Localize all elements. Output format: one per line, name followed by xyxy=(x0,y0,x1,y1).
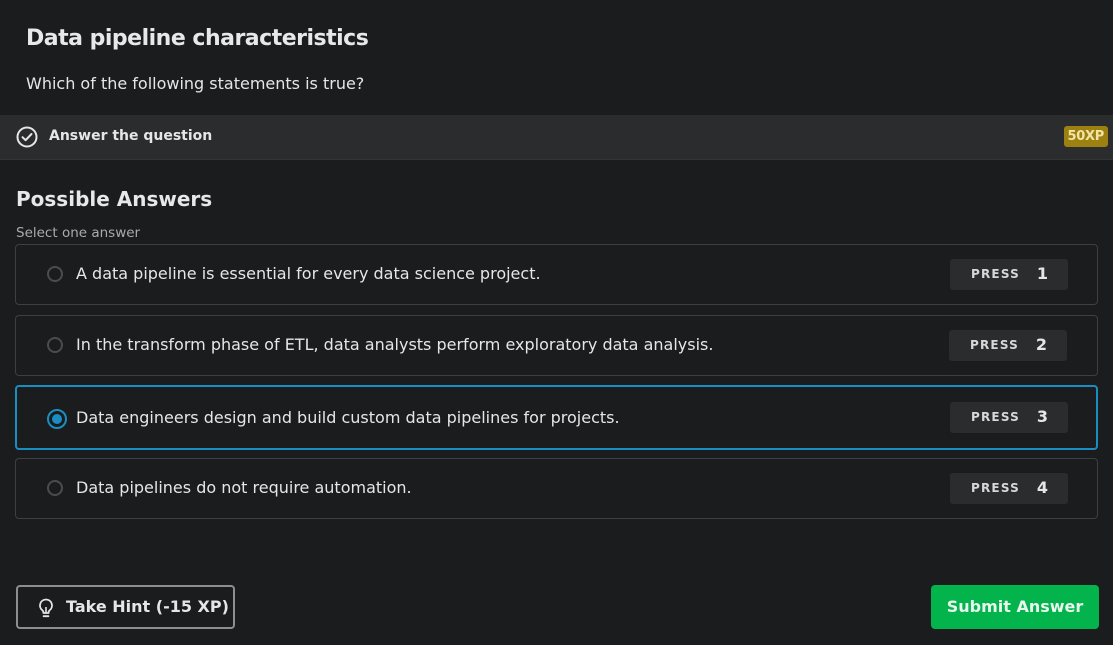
keyboard-shortcut: PRESS 3 xyxy=(950,402,1068,433)
possible-answers-heading: Possible Answers xyxy=(16,187,213,211)
radio-button[interactable] xyxy=(47,480,63,496)
keyboard-shortcut: PRESS 4 xyxy=(950,473,1068,504)
answer-text: A data pipeline is essential for every d… xyxy=(76,264,541,283)
answer-option[interactable]: Data pipelines do not require automation… xyxy=(15,458,1098,519)
radio-button[interactable] xyxy=(47,337,63,353)
answer-option-selected[interactable]: Data engineers design and build custom d… xyxy=(15,385,1098,450)
question-text: Which of the following statements is tru… xyxy=(26,74,365,93)
shortcut-key: 2 xyxy=(1035,335,1047,354)
radio-button-selected[interactable] xyxy=(47,409,67,429)
press-label: PRESS xyxy=(971,410,1020,424)
answer-text: Data engineers design and build custom d… xyxy=(76,408,620,427)
keyboard-shortcut: PRESS 2 xyxy=(949,330,1067,361)
answer-option[interactable]: In the transform phase of ETL, data anal… xyxy=(15,315,1098,376)
xp-badge: 50XP xyxy=(1063,126,1108,147)
press-label: PRESS xyxy=(970,338,1019,352)
answer-text: In the transform phase of ETL, data anal… xyxy=(76,335,714,354)
answer-option[interactable]: A data pipeline is essential for every d… xyxy=(15,244,1098,305)
shortcut-key: 1 xyxy=(1036,264,1048,283)
press-label: PRESS xyxy=(971,481,1020,495)
lightbulb-icon xyxy=(39,598,53,618)
task-label: Answer the question xyxy=(49,128,213,144)
shortcut-key: 3 xyxy=(1036,407,1048,426)
submit-answer-label: Submit Answer xyxy=(946,597,1084,616)
take-hint-button[interactable]: Take Hint (-15 XP) xyxy=(16,585,235,629)
task-bar: Answer the question 50XP xyxy=(0,115,1113,160)
check-circle-icon xyxy=(16,126,38,148)
select-one-hint: Select one answer xyxy=(16,225,141,241)
keyboard-shortcut: PRESS 1 xyxy=(950,259,1068,290)
exercise-title: Data pipeline characteristics xyxy=(26,26,369,51)
press-label: PRESS xyxy=(971,267,1020,281)
take-hint-label: Take Hint (-15 XP) xyxy=(66,597,229,616)
submit-answer-button[interactable]: Submit Answer xyxy=(931,585,1099,629)
shortcut-key: 4 xyxy=(1036,478,1048,497)
radio-button[interactable] xyxy=(47,266,63,282)
answer-text: Data pipelines do not require automation… xyxy=(76,478,412,497)
